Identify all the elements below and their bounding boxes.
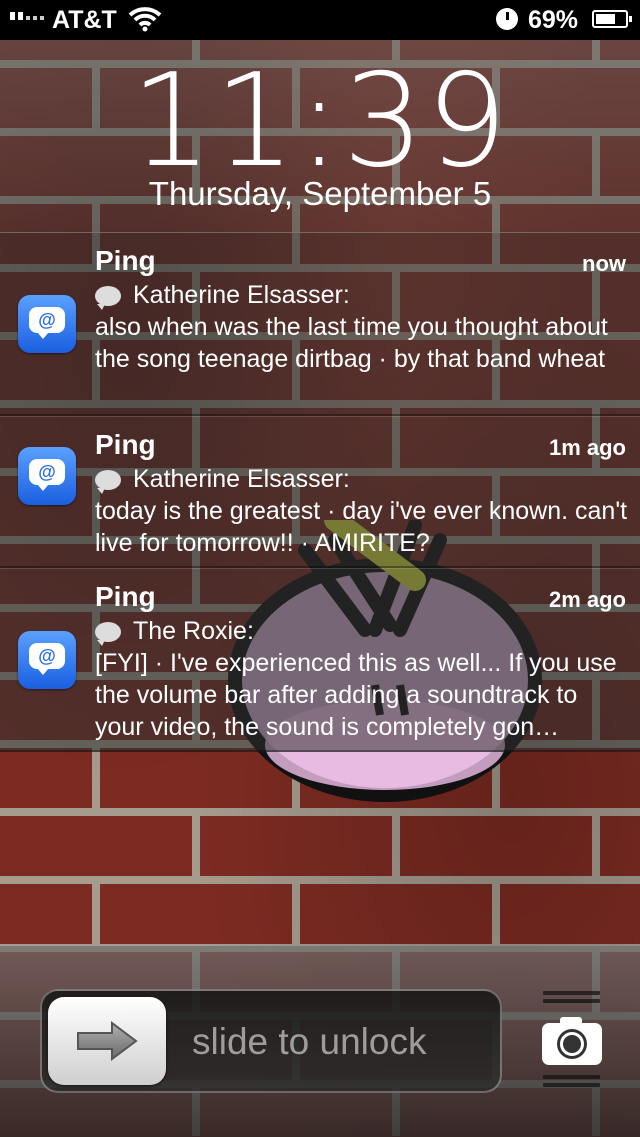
unlock-slider-track[interactable]: slide to unlock: [40, 989, 502, 1093]
lock-time: 11:39: [130, 47, 510, 196]
signal-strength-icon: [10, 12, 44, 20]
speech-bubble-icon: [95, 285, 121, 310]
lock-header: 11:39 Thursday, September 5: [0, 40, 640, 233]
notification-message: also when was the last time you thought …: [95, 313, 608, 373]
ping-app-icon: @: [18, 295, 76, 353]
arrow-right-icon: [77, 1021, 138, 1061]
notification-list: @ Ping now Katherine Elsasser: also when…: [0, 232, 640, 752]
camera-grabber-line: [543, 1083, 600, 1087]
battery-percent: 69%: [528, 6, 579, 34]
notification-sender: Katherine Elsasser:: [95, 281, 350, 310]
notification-time: 2m ago: [548, 587, 626, 612]
wifi-icon: [128, 7, 162, 32]
notification-time: now: [582, 251, 626, 276]
notification-message: [FYI] · I've experienced this as well...…: [95, 649, 617, 741]
slide-to-unlock-label: slide to unlock: [192, 1021, 427, 1062]
lock-date: Thursday, September 5: [148, 175, 492, 212]
carrier-name: AT&T: [52, 6, 117, 34]
notification-item[interactable]: @ Ping now Katherine Elsasser: also when…: [0, 232, 640, 416]
camera-grabber-line: [543, 999, 600, 1003]
status-bar: AT&T 69%: [0, 0, 640, 40]
speech-bubble-icon: [95, 621, 121, 646]
notification-item[interactable]: @ Ping 1m ago Katherine Elsasser: today …: [0, 416, 640, 568]
notification-sender: The Roxie:: [95, 617, 254, 646]
camera-grabber-line: [543, 991, 600, 995]
ping-app-icon: @: [18, 631, 76, 689]
camera-grabber-line: [543, 1075, 600, 1079]
speech-bubble-icon: [95, 469, 121, 494]
alarm-clock-icon: [496, 8, 518, 30]
camera-icon[interactable]: [542, 1017, 602, 1065]
notification-time: 1m ago: [548, 435, 626, 460]
notification-app-name: Ping: [95, 429, 156, 460]
notification-item[interactable]: @ Ping 2m ago The Roxie: [FYI] · I've ex…: [0, 568, 640, 752]
notification-app-name: Ping: [95, 245, 156, 276]
notification-message: today is the greatest · day i've ever kn…: [95, 497, 628, 557]
notification-app-name: Ping: [95, 581, 156, 612]
unlock-bar: slide to unlock: [0, 946, 640, 1137]
ping-app-icon: @: [18, 447, 76, 505]
unlock-slider-knob[interactable]: [48, 997, 166, 1085]
battery-icon: [592, 10, 632, 28]
notification-sender: Katherine Elsasser:: [95, 465, 350, 494]
